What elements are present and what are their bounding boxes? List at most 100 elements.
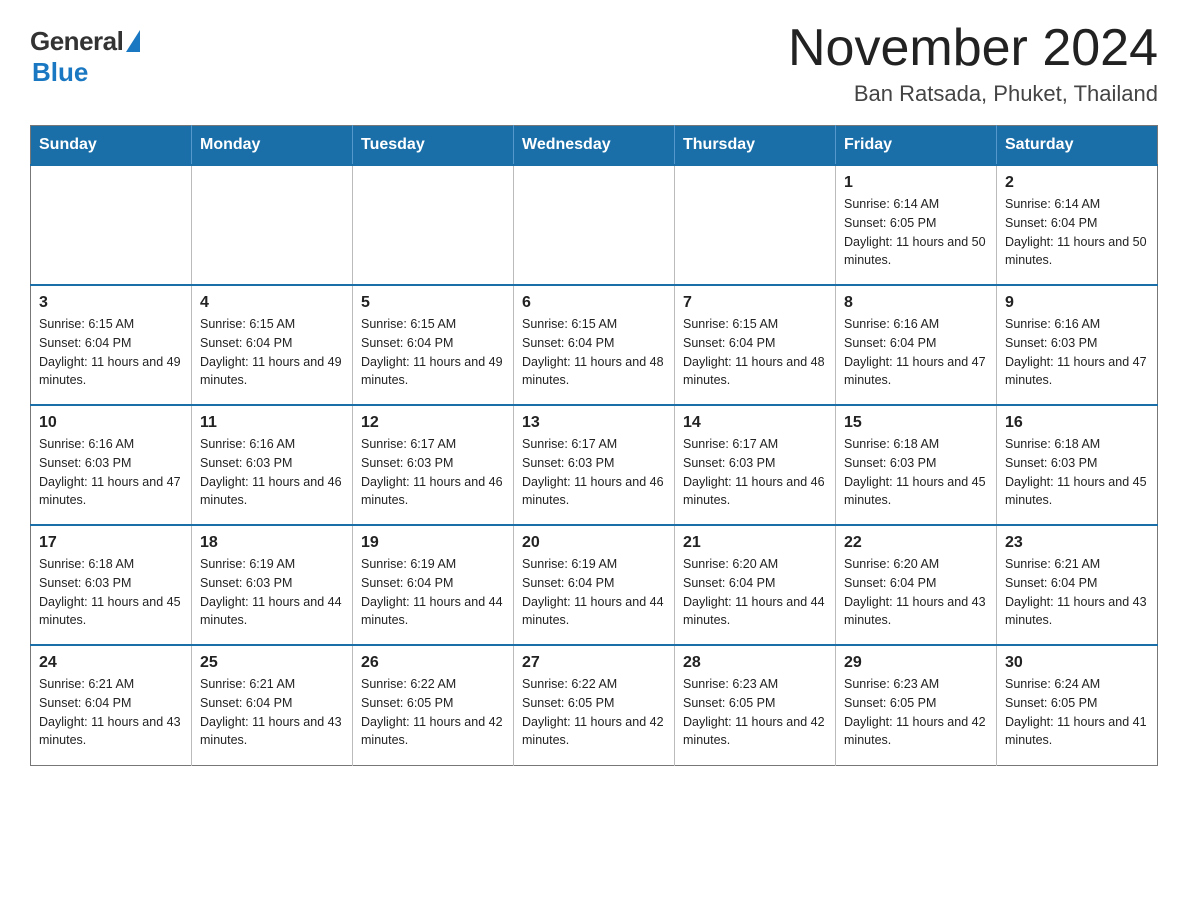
day-info: Sunrise: 6:16 AMSunset: 6:03 PMDaylight:… — [39, 435, 183, 510]
day-cell: 15 Sunrise: 6:18 AMSunset: 6:03 PMDayligh… — [836, 405, 997, 525]
header-wednesday: Wednesday — [514, 126, 675, 166]
day-number: 6 — [522, 294, 666, 312]
logo: General Blue — [30, 26, 140, 88]
day-cell: 18 Sunrise: 6:19 AMSunset: 6:03 PMDayligh… — [192, 525, 353, 645]
week-row-2: 10 Sunrise: 6:16 AMSunset: 6:03 PMDayligh… — [31, 405, 1158, 525]
day-cell — [353, 165, 514, 285]
day-number: 13 — [522, 414, 666, 432]
header-thursday: Thursday — [675, 126, 836, 166]
day-info: Sunrise: 6:24 AMSunset: 6:05 PMDaylight:… — [1005, 675, 1149, 750]
day-cell: 30 Sunrise: 6:24 AMSunset: 6:05 PMDayligh… — [997, 645, 1158, 765]
day-cell: 22Sunrise: 6:20 AMSunset: 6:04 PMDayligh… — [836, 525, 997, 645]
day-cell: 19 Sunrise: 6:19 AMSunset: 6:04 PMDayligh… — [353, 525, 514, 645]
day-number: 7 — [683, 294, 827, 312]
day-cell: 23 Sunrise: 6:21 AMSunset: 6:04 PMDayligh… — [997, 525, 1158, 645]
calendar-table: SundayMondayTuesdayWednesdayThursdayFrid… — [30, 125, 1158, 766]
logo-triangle-icon — [126, 30, 140, 52]
day-info: Sunrise: 6:20 AMSunset: 6:04 PMDaylight:… — [683, 555, 827, 630]
day-number: 9 — [1005, 294, 1149, 312]
day-info: Sunrise: 6:15 AMSunset: 6:04 PMDaylight:… — [361, 315, 505, 390]
header-tuesday: Tuesday — [353, 126, 514, 166]
day-info: Sunrise: 6:22 AMSunset: 6:05 PMDaylight:… — [361, 675, 505, 750]
day-number: 5 — [361, 294, 505, 312]
day-cell: 28Sunrise: 6:23 AMSunset: 6:05 PMDayligh… — [675, 645, 836, 765]
day-number: 17 — [39, 534, 183, 552]
day-info: Sunrise: 6:17 AMSunset: 6:03 PMDaylight:… — [361, 435, 505, 510]
day-cell: 4Sunrise: 6:15 AMSunset: 6:04 PMDaylight… — [192, 285, 353, 405]
day-cell: 7 Sunrise: 6:15 AMSunset: 6:04 PMDaylight… — [675, 285, 836, 405]
day-cell: 29Sunrise: 6:23 AMSunset: 6:05 PMDayligh… — [836, 645, 997, 765]
day-cell: 5 Sunrise: 6:15 AMSunset: 6:04 PMDaylight… — [353, 285, 514, 405]
day-info: Sunrise: 6:16 AMSunset: 6:04 PMDaylight:… — [844, 315, 988, 390]
week-row-3: 17 Sunrise: 6:18 AMSunset: 6:03 PMDayligh… — [31, 525, 1158, 645]
day-info: Sunrise: 6:22 AMSunset: 6:05 PMDaylight:… — [522, 675, 666, 750]
day-cell: 2 Sunrise: 6:14 AMSunset: 6:04 PMDaylight… — [997, 165, 1158, 285]
day-cell: 17 Sunrise: 6:18 AMSunset: 6:03 PMDayligh… — [31, 525, 192, 645]
day-number: 15 — [844, 414, 988, 432]
day-cell: 14 Sunrise: 6:17 AMSunset: 6:03 PMDayligh… — [675, 405, 836, 525]
month-title: November 2024 — [788, 20, 1158, 77]
calendar-body: 1 Sunrise: 6:14 AMSunset: 6:05 PMDaylight… — [31, 165, 1158, 765]
day-info: Sunrise: 6:14 AMSunset: 6:05 PMDaylight:… — [844, 195, 988, 270]
day-number: 18 — [200, 534, 344, 552]
day-info: Sunrise: 6:21 AMSunset: 6:04 PMDaylight:… — [39, 675, 183, 750]
day-cell: 12 Sunrise: 6:17 AMSunset: 6:03 PMDayligh… — [353, 405, 514, 525]
header-monday: Monday — [192, 126, 353, 166]
day-number: 27 — [522, 654, 666, 672]
day-info: Sunrise: 6:23 AMSunset: 6:05 PMDaylight:… — [844, 675, 988, 750]
day-cell: 3Sunrise: 6:15 AMSunset: 6:04 PMDaylight… — [31, 285, 192, 405]
day-info: Sunrise: 6:19 AMSunset: 6:03 PMDaylight:… — [200, 555, 344, 630]
day-cell: 1 Sunrise: 6:14 AMSunset: 6:05 PMDaylight… — [836, 165, 997, 285]
calendar-header: SundayMondayTuesdayWednesdayThursdayFrid… — [31, 126, 1158, 166]
day-info: Sunrise: 6:18 AMSunset: 6:03 PMDaylight:… — [39, 555, 183, 630]
day-number: 30 — [1005, 654, 1149, 672]
day-info: Sunrise: 6:20 AMSunset: 6:04 PMDaylight:… — [844, 555, 988, 630]
day-info: Sunrise: 6:21 AMSunset: 6:04 PMDaylight:… — [200, 675, 344, 750]
day-cell: 6 Sunrise: 6:15 AMSunset: 6:04 PMDaylight… — [514, 285, 675, 405]
day-info: Sunrise: 6:17 AMSunset: 6:03 PMDaylight:… — [683, 435, 827, 510]
day-number: 28 — [683, 654, 827, 672]
day-number: 8 — [844, 294, 988, 312]
day-cell: 21 Sunrise: 6:20 AMSunset: 6:04 PMDayligh… — [675, 525, 836, 645]
day-number: 2 — [1005, 174, 1149, 192]
day-cell: 24 Sunrise: 6:21 AMSunset: 6:04 PMDayligh… — [31, 645, 192, 765]
day-cell: 11Sunrise: 6:16 AMSunset: 6:03 PMDayligh… — [192, 405, 353, 525]
day-cell: 26Sunrise: 6:22 AMSunset: 6:05 PMDayligh… — [353, 645, 514, 765]
day-info: Sunrise: 6:21 AMSunset: 6:04 PMDaylight:… — [1005, 555, 1149, 630]
day-cell: 10 Sunrise: 6:16 AMSunset: 6:03 PMDayligh… — [31, 405, 192, 525]
day-cell — [31, 165, 192, 285]
day-info: Sunrise: 6:15 AMSunset: 6:04 PMDaylight:… — [683, 315, 827, 390]
header-saturday: Saturday — [997, 126, 1158, 166]
day-info: Sunrise: 6:19 AMSunset: 6:04 PMDaylight:… — [522, 555, 666, 630]
page-header: General Blue November 2024 Ban Ratsada, … — [30, 20, 1158, 107]
day-number: 24 — [39, 654, 183, 672]
logo-blue-text: Blue — [32, 57, 88, 88]
day-number: 14 — [683, 414, 827, 432]
logo-general-text: General — [30, 26, 123, 57]
week-row-4: 24 Sunrise: 6:21 AMSunset: 6:04 PMDayligh… — [31, 645, 1158, 765]
day-number: 21 — [683, 534, 827, 552]
day-number: 16 — [1005, 414, 1149, 432]
week-row-1: 3Sunrise: 6:15 AMSunset: 6:04 PMDaylight… — [31, 285, 1158, 405]
day-info: Sunrise: 6:19 AMSunset: 6:04 PMDaylight:… — [361, 555, 505, 630]
header-row: SundayMondayTuesdayWednesdayThursdayFrid… — [31, 126, 1158, 166]
day-cell: 16 Sunrise: 6:18 AMSunset: 6:03 PMDayligh… — [997, 405, 1158, 525]
day-number: 12 — [361, 414, 505, 432]
day-number: 10 — [39, 414, 183, 432]
week-row-0: 1 Sunrise: 6:14 AMSunset: 6:05 PMDaylight… — [31, 165, 1158, 285]
day-cell: 9Sunrise: 6:16 AMSunset: 6:03 PMDaylight… — [997, 285, 1158, 405]
header-friday: Friday — [836, 126, 997, 166]
day-number: 4 — [200, 294, 344, 312]
day-number: 1 — [844, 174, 988, 192]
day-cell: 27 Sunrise: 6:22 AMSunset: 6:05 PMDayligh… — [514, 645, 675, 765]
day-number: 19 — [361, 534, 505, 552]
day-cell — [192, 165, 353, 285]
day-info: Sunrise: 6:16 AMSunset: 6:03 PMDaylight:… — [200, 435, 344, 510]
day-info: Sunrise: 6:14 AMSunset: 6:04 PMDaylight:… — [1005, 195, 1149, 270]
day-cell: 8 Sunrise: 6:16 AMSunset: 6:04 PMDaylight… — [836, 285, 997, 405]
day-info: Sunrise: 6:18 AMSunset: 6:03 PMDaylight:… — [844, 435, 988, 510]
day-info: Sunrise: 6:18 AMSunset: 6:03 PMDaylight:… — [1005, 435, 1149, 510]
day-info: Sunrise: 6:15 AMSunset: 6:04 PMDaylight:… — [522, 315, 666, 390]
day-number: 23 — [1005, 534, 1149, 552]
title-block: November 2024 Ban Ratsada, Phuket, Thail… — [788, 20, 1158, 107]
